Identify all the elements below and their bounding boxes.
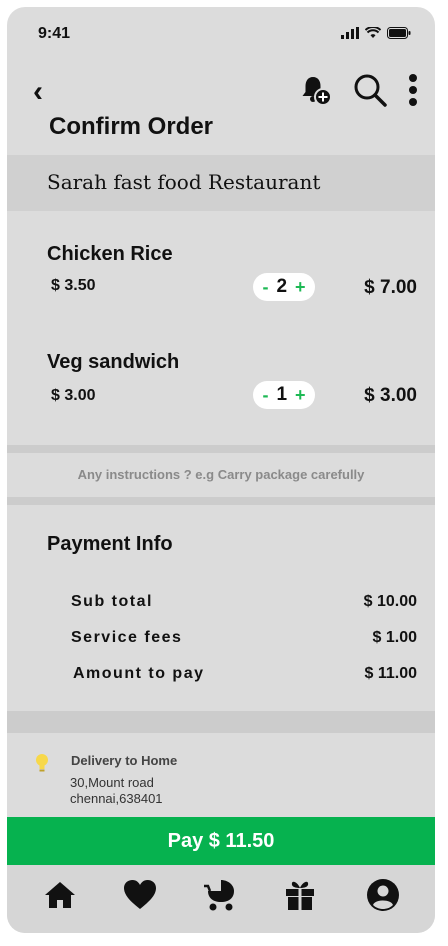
instructions-placeholder: Any instructions ? e.g Carry package car…: [77, 467, 365, 482]
instructions-field[interactable]: Any instructions ? e.g Carry package car…: [11, 453, 431, 497]
profile-icon[interactable]: [365, 877, 401, 913]
delivery-title: Delivery to Home: [71, 753, 178, 768]
payment-row-label: Sub total: [71, 593, 153, 610]
item-unit-price: $ 3.00: [51, 387, 96, 404]
payment-info-section: Payment Info Sub total $ 10.00 Service f…: [7, 505, 435, 711]
header-actions: [299, 73, 419, 107]
phone-screen: 9:41 ‹ Confirm Order Sarah fast food Res…: [7, 7, 435, 933]
quantity-stepper: - 2 +: [253, 273, 315, 301]
wifi-icon: [365, 27, 381, 38]
increase-button[interactable]: +: [295, 385, 306, 406]
payment-row-label: Amount to pay: [73, 665, 205, 682]
order-items: Chicken Rice $ 3.50 - 2 + $ 7.00 Veg san…: [7, 219, 435, 445]
address-line-2: chennai,638401: [70, 791, 163, 806]
item-total: $ 7.00: [364, 277, 417, 298]
payment-row: Service fees $ 1.00: [7, 629, 435, 649]
decrease-button[interactable]: -: [262, 385, 268, 406]
payment-row: Amount to pay $ 11.00: [7, 665, 435, 685]
pay-button[interactable]: Pay $ 11.50: [7, 817, 435, 865]
notification-add-icon[interactable]: [299, 73, 333, 107]
increase-button[interactable]: +: [295, 277, 306, 298]
quantity-value: 1: [276, 384, 288, 405]
address-line-1: 30,Mount road: [70, 775, 154, 790]
divider: [7, 497, 435, 505]
delivery-address: 30,Mount road chennai,638401: [70, 775, 163, 807]
payment-row-label: Service fees: [71, 629, 183, 646]
heart-icon[interactable]: [122, 877, 158, 913]
decrease-button[interactable]: -: [262, 277, 268, 298]
payment-row: Sub total $ 10.00: [7, 593, 435, 613]
battery-icon: [387, 27, 411, 39]
restaurant-name: Sarah fast food Restaurant: [47, 170, 321, 194]
restaurant-banner: Sarah fast food Restaurant: [7, 155, 435, 211]
item-total: $ 3.00: [364, 385, 417, 406]
home-icon[interactable]: [42, 877, 78, 913]
search-icon[interactable]: [353, 73, 387, 107]
divider: [7, 445, 435, 453]
page-title: Confirm Order: [49, 113, 214, 140]
lightbulb-icon: [36, 754, 48, 772]
payment-row-value: $ 1.00: [372, 629, 417, 646]
delivery-section[interactable]: Delivery to Home 30,Mount road chennai,6…: [7, 733, 435, 817]
more-vertical-icon[interactable]: [407, 73, 419, 107]
item-name: Veg sandwich: [47, 351, 180, 373]
payment-row-value: $ 10.00: [363, 593, 417, 610]
status-icons: [341, 27, 411, 39]
stroller-icon[interactable]: [204, 877, 240, 913]
status-time: 9:41: [38, 25, 71, 42]
gift-icon[interactable]: [282, 877, 318, 913]
bottom-tab-bar: [7, 865, 435, 933]
divider: [7, 711, 435, 733]
item-unit-price: $ 3.50: [51, 277, 96, 294]
status-bar: 9:41: [38, 25, 411, 45]
quantity-value: 2: [276, 276, 288, 297]
quantity-stepper: - 1 +: [253, 381, 315, 409]
item-name: Chicken Rice: [47, 243, 173, 265]
back-chevron-icon[interactable]: ‹: [33, 77, 43, 107]
payment-info-title: Payment Info: [47, 533, 173, 555]
payment-row-value: $ 11.00: [364, 665, 418, 682]
signal-icon: [341, 27, 359, 39]
